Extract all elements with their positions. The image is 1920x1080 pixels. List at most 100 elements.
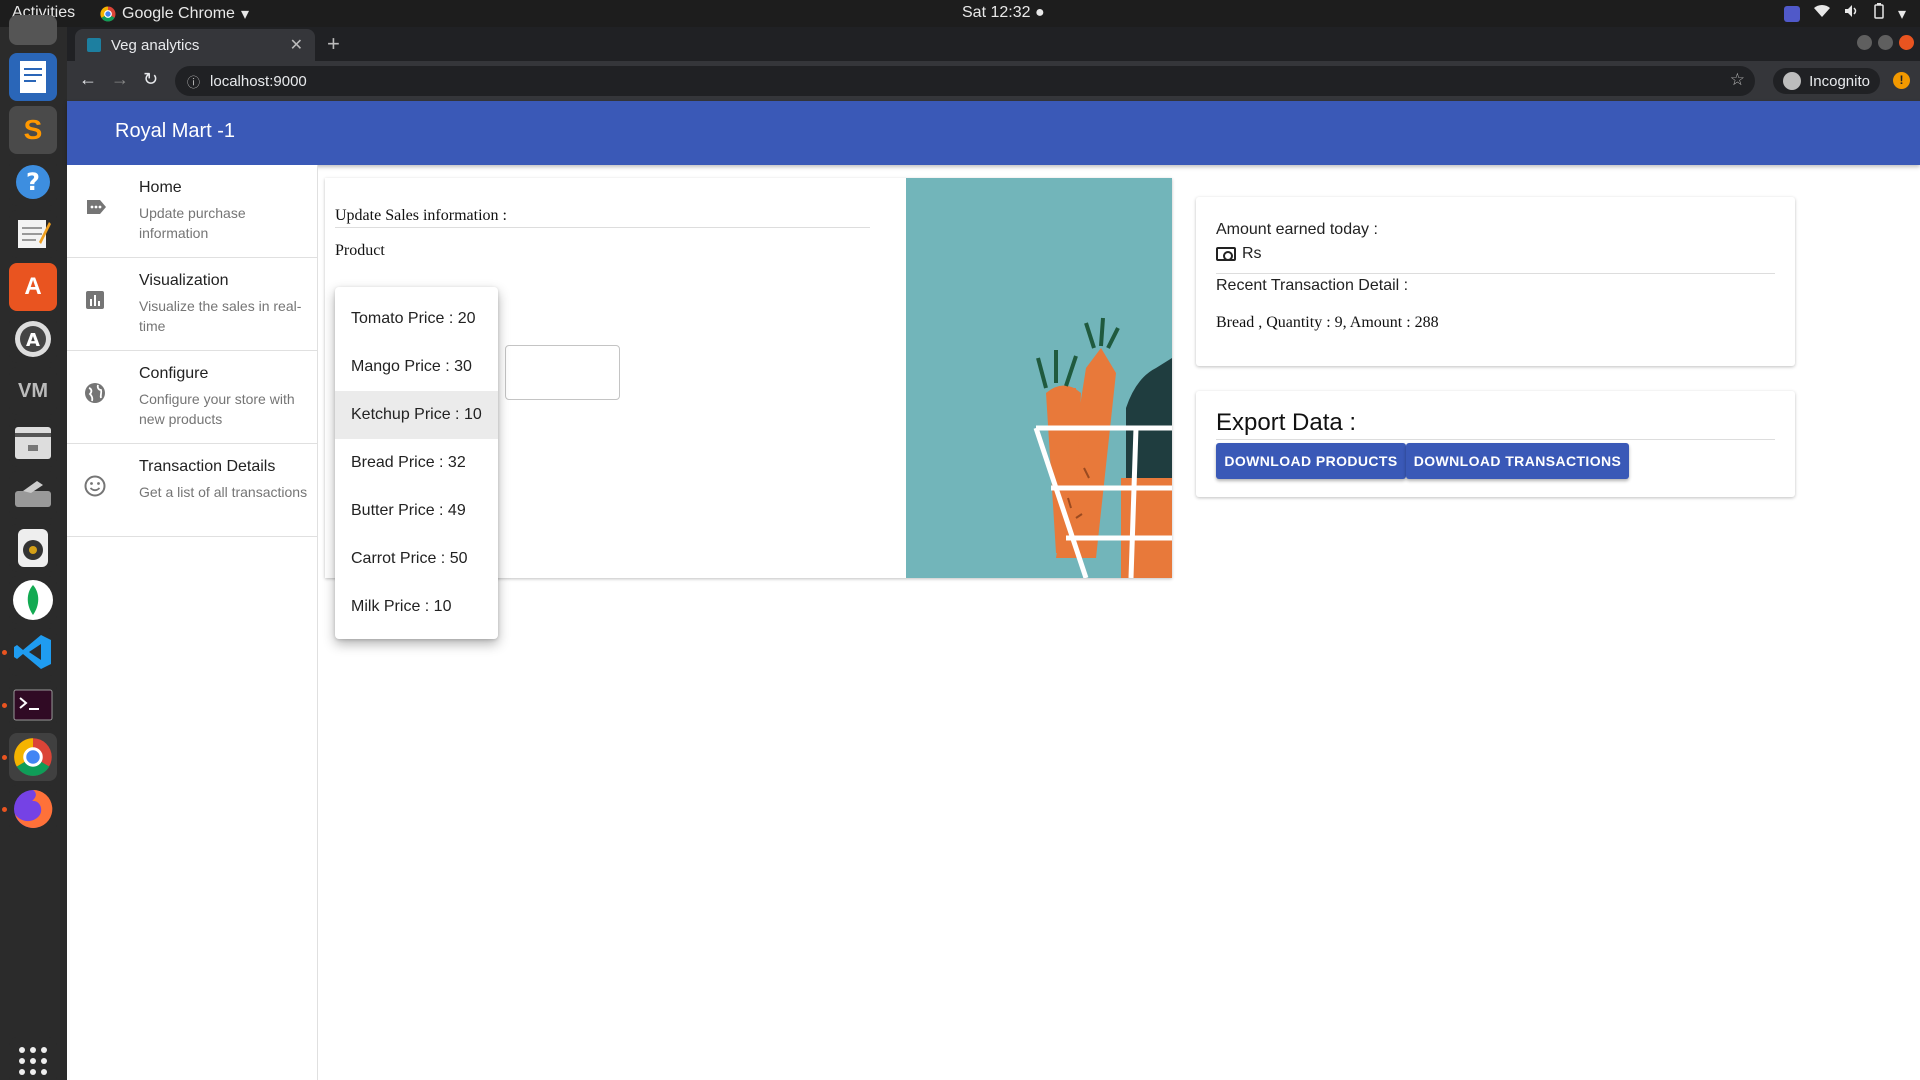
amount-earned-card: Amount earned today : Rs Recent Transact… bbox=[1196, 197, 1795, 366]
nav-item-subtitle: Configure your store with new products bbox=[139, 391, 295, 427]
nav-item-transaction-details[interactable]: Transaction Details Get a list of all tr… bbox=[67, 444, 317, 537]
text-editor-icon[interactable] bbox=[9, 53, 57, 101]
export-data-title: Export Data : bbox=[1216, 409, 1357, 436]
tab-strip: Veg analytics ✕ + bbox=[67, 27, 1920, 61]
running-indicator-icon bbox=[2, 650, 7, 655]
menu-item-mango[interactable]: Mango Price : 30 bbox=[335, 343, 498, 391]
favicon-icon bbox=[87, 38, 101, 52]
nav-item-home[interactable]: Home Update purchase information bbox=[67, 165, 317, 258]
address-bar[interactable]: ⓘ localhost:9000 ☆ bbox=[175, 66, 1755, 96]
firefox-icon[interactable] bbox=[9, 785, 57, 833]
nav-item-visualization[interactable]: Visualization Visualize the sales in rea… bbox=[67, 258, 317, 351]
svg-text:A: A bbox=[26, 330, 40, 351]
browser-tab[interactable]: Veg analytics ✕ bbox=[75, 29, 315, 61]
chrome-icon bbox=[100, 6, 116, 22]
wifi-icon bbox=[1813, 4, 1830, 23]
window-controls bbox=[1857, 35, 1914, 50]
chrome-dock-icon[interactable] bbox=[9, 733, 57, 781]
vegetable-illustration bbox=[906, 178, 1172, 578]
app-bar: Royal Mart -1 bbox=[67, 101, 1920, 165]
download-transactions-button[interactable]: DOWNLOAD TRANSACTIONS bbox=[1406, 443, 1629, 479]
nav-item-title: Transaction Details bbox=[139, 458, 276, 475]
nav-item-title: Home bbox=[139, 179, 182, 196]
update-sales-heading: Update Sales information : bbox=[335, 207, 507, 224]
new-tab-icon[interactable]: + bbox=[327, 31, 340, 57]
product-label: Product bbox=[335, 242, 385, 259]
smiley-icon bbox=[83, 474, 107, 498]
software-center-icon[interactable]: A bbox=[9, 263, 57, 311]
close-tab-icon[interactable]: ✕ bbox=[290, 35, 303, 55]
vscode-icon[interactable] bbox=[9, 628, 57, 676]
system-tray[interactable]: ▾ bbox=[1783, 3, 1906, 24]
menu-item-butter[interactable]: Butter Price : 49 bbox=[335, 487, 498, 535]
sublime-text-icon[interactable]: S bbox=[9, 106, 57, 154]
amount-value-row: Rs bbox=[1216, 245, 1262, 263]
nav-item-subtitle: Visualize the sales in real-time bbox=[139, 298, 302, 334]
nav-item-title: Visualization bbox=[139, 272, 229, 289]
url-text: localhost:9000 bbox=[210, 72, 307, 90]
app-menu[interactable]: Google Chrome ▾ bbox=[100, 4, 249, 24]
divider bbox=[1216, 439, 1775, 440]
export-data-card: Export Data : DOWNLOAD PRODUCTS DOWNLOAD… bbox=[1196, 391, 1795, 497]
running-indicator-icon bbox=[2, 807, 7, 812]
bar-chart-icon bbox=[83, 288, 107, 312]
clock-label: Sat 12:32 bbox=[962, 4, 1031, 21]
currency-label: Rs bbox=[1242, 245, 1262, 262]
nav-item-subtitle: Get a list of all transactions bbox=[139, 484, 308, 500]
back-arrow-icon[interactable]: ← bbox=[79, 69, 97, 90]
dock-partial-item-icon[interactable] bbox=[9, 15, 57, 45]
nav-item-title: Configure bbox=[139, 365, 209, 382]
app-title: Royal Mart -1 bbox=[115, 120, 236, 142]
label-icon bbox=[83, 195, 107, 219]
nav-item-subtitle: Update purchase information bbox=[139, 205, 246, 241]
minimize-icon[interactable] bbox=[1857, 35, 1872, 50]
maximize-icon[interactable] bbox=[1878, 35, 1893, 50]
product-dropdown-menu[interactable]: Tomato Price : 20 Mango Price : 30 Ketch… bbox=[335, 287, 498, 639]
menu-item-milk[interactable]: Milk Price : 10 bbox=[335, 583, 498, 631]
site-info-icon[interactable]: ⓘ bbox=[187, 72, 200, 91]
nav-item-configure[interactable]: Configure Configure your store with new … bbox=[67, 351, 317, 444]
dock: S ? A A VM bbox=[0, 15, 67, 1080]
vim-icon[interactable]: VM bbox=[9, 367, 57, 415]
running-indicator-icon bbox=[2, 755, 7, 760]
mongodb-compass-icon[interactable] bbox=[9, 576, 57, 624]
incognito-indicator[interactable]: Incognito bbox=[1773, 68, 1880, 94]
tab-title: Veg analytics bbox=[111, 36, 200, 54]
terminal-icon[interactable] bbox=[9, 681, 57, 729]
reload-icon[interactable]: ↻ bbox=[143, 69, 158, 90]
browser-toolbar: ← → ↻ ⓘ localhost:9000 ☆ Incognito ! bbox=[67, 61, 1920, 101]
divider bbox=[1216, 273, 1775, 274]
incognito-icon bbox=[1783, 72, 1802, 90]
clock[interactable]: Sat 12:32 ● bbox=[962, 4, 1045, 22]
close-window-icon[interactable] bbox=[1899, 35, 1914, 50]
menu-item-bread[interactable]: Bread Price : 32 bbox=[335, 439, 498, 487]
menu-item-tomato[interactable]: Tomato Price : 20 bbox=[335, 295, 498, 343]
system-top-bar: Activities Google Chrome ▾ Sat 12:32 ● ▾ bbox=[0, 0, 1920, 27]
browser-window: Veg analytics ✕ + ← → ↻ ⓘ localhost:9000… bbox=[67, 27, 1920, 1080]
running-indicator-icon bbox=[2, 703, 7, 708]
scanner-icon[interactable] bbox=[9, 471, 57, 519]
music-player-icon[interactable] bbox=[9, 524, 57, 572]
software-updater-icon[interactable]: A bbox=[9, 315, 57, 363]
apps-grid-icon[interactable] bbox=[9, 1037, 57, 1080]
help-icon[interactable]: ? bbox=[9, 158, 57, 206]
globe-icon bbox=[83, 381, 107, 405]
forward-arrow-icon[interactable]: → bbox=[111, 69, 129, 90]
bookmark-star-icon[interactable]: ☆ bbox=[1730, 70, 1745, 90]
menu-item-carrot[interactable]: Carrot Price : 50 bbox=[335, 535, 498, 583]
battery-icon bbox=[1874, 3, 1884, 24]
chevron-down-icon: ▾ bbox=[240, 6, 249, 23]
quantity-input[interactable] bbox=[505, 345, 620, 400]
incognito-label: Incognito bbox=[1809, 72, 1870, 90]
files-icon[interactable] bbox=[9, 419, 57, 467]
update-alert-icon[interactable]: ! bbox=[1893, 72, 1910, 89]
side-drawer: Home Update purchase information Visuali… bbox=[67, 165, 318, 1080]
download-products-button[interactable]: DOWNLOAD PRODUCTS bbox=[1216, 443, 1406, 479]
vegetable-basket-image bbox=[1033, 317, 1172, 578]
teams-icon bbox=[1783, 5, 1800, 22]
app-menu-label: Google Chrome bbox=[122, 5, 235, 22]
svg-text:?: ? bbox=[26, 168, 40, 196]
notes-icon[interactable] bbox=[9, 210, 57, 258]
menu-item-ketchup[interactable]: Ketchup Price : 10 bbox=[335, 391, 498, 439]
volume-icon bbox=[1844, 4, 1860, 23]
